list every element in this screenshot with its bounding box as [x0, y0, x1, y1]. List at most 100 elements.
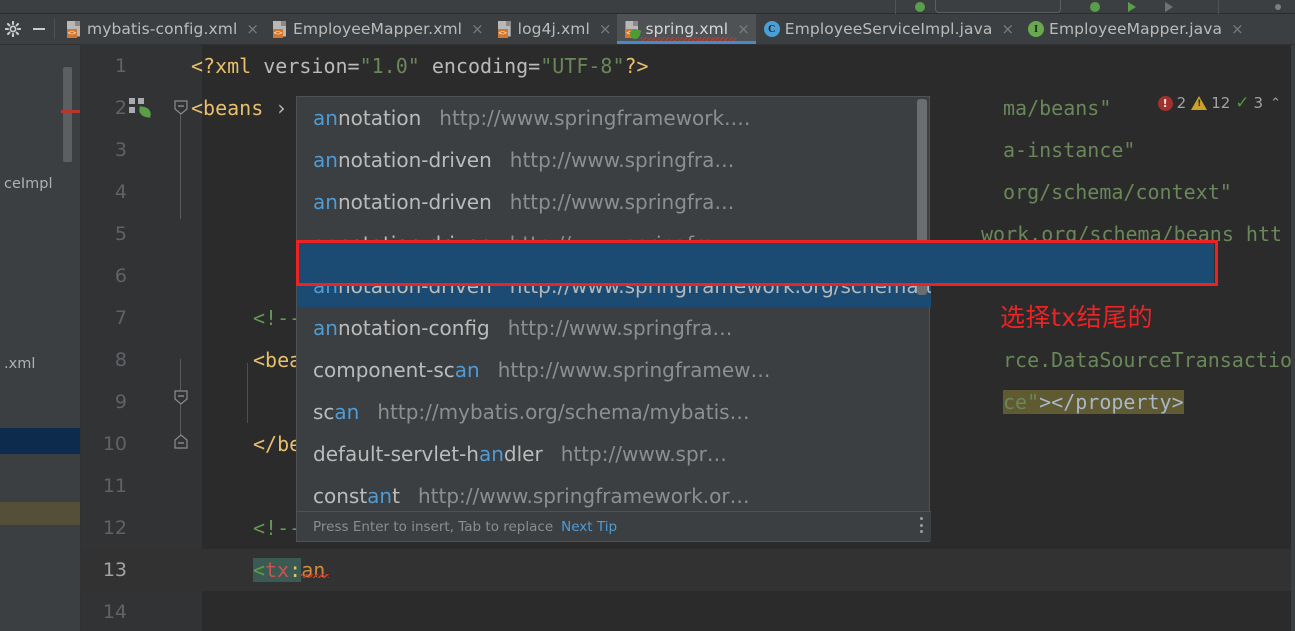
item-name-post: notation-driven	[337, 190, 492, 214]
line-number: 9	[114, 391, 127, 413]
java-class-icon: C	[763, 21, 780, 37]
gutter-line: 12	[81, 507, 202, 549]
inspection-widget[interactable]: ! 2 12 ✓ 3 ⌃	[1157, 93, 1281, 113]
completion-item[interactable]: component-scan http://www.springframew…	[297, 349, 931, 391]
error-stripe-marker[interactable]	[61, 110, 81, 113]
check-count-indicator[interactable]: ✓ 3	[1235, 93, 1263, 113]
code-line-2: <beans ›	[191, 87, 287, 129]
chevron-up-icon[interactable]: ⌃	[1270, 96, 1281, 111]
xml-attr-version-value: "1.0"	[359, 54, 420, 78]
completion-item[interactable]: annotation-driven http://www.springfra…	[297, 139, 931, 181]
gutter-line: 14	[81, 591, 202, 631]
completion-item[interactable]: constant http://www.springframework.or…	[297, 475, 931, 512]
completion-item[interactable]: annotation-config http://www.springfra…	[297, 307, 931, 349]
gutter-line-current: 13	[81, 549, 202, 591]
spring-bean-icon[interactable]	[129, 98, 152, 118]
tab-mybatis-config-xml[interactable]: <> mybatis-config.xml ×	[59, 14, 265, 44]
tab-employeeserviceimpl-java[interactable]: C EmployeeServiceImpl.java ×	[756, 14, 1020, 44]
more-toolbar-icon[interactable]	[1275, 4, 1281, 10]
minimize-button[interactable]	[26, 14, 52, 44]
tab-employeemapper-java[interactable]: I EmployeeMapper.java ×	[1020, 14, 1250, 44]
xml-comment: <!--	[253, 306, 302, 330]
tab-error-squiggle	[641, 37, 736, 41]
gutter-line: 8	[81, 339, 202, 381]
project-tree-item[interactable]: ceImpl	[0, 171, 81, 197]
line-number: 5	[114, 223, 127, 245]
fold-collapse-icon[interactable]	[173, 100, 189, 116]
project-tree-item-highlight[interactable]	[0, 502, 81, 525]
settings-gear-button[interactable]	[0, 14, 26, 44]
item-namespace-url: http://www.springframework.…	[439, 106, 751, 130]
run-configuration-selector[interactable]	[935, 0, 1061, 13]
warning-count-indicator[interactable]: 12	[1191, 94, 1230, 112]
error-count: 2	[1176, 94, 1187, 112]
editor-vertical-scrollbar[interactable]	[1291, 45, 1295, 631]
run-icon[interactable]	[1090, 2, 1100, 12]
tab-close-icon[interactable]: ×	[737, 21, 750, 37]
build-indicator-icon[interactable]	[915, 2, 925, 12]
completion-selected-extension[interactable]	[296, 242, 1214, 284]
code-line-2-tail: ma/beans"	[1003, 87, 1111, 129]
tab-close-icon[interactable]: ×	[599, 21, 612, 37]
fold-collapse-icon[interactable]	[173, 390, 189, 406]
gutter-line: 3	[81, 129, 202, 171]
string-value: ma/beans"	[1003, 96, 1112, 120]
annotation-note-text: 选择tx结尾的	[1000, 303, 1154, 332]
tab-close-icon[interactable]: ×	[246, 21, 259, 37]
xml-prolog-open: <?xml	[191, 54, 264, 78]
project-tree-item[interactable]: .xml	[0, 351, 81, 377]
item-namespace-url: http://www.spr…	[560, 442, 727, 466]
debug-button-icon[interactable]	[1165, 2, 1173, 12]
check-count: 3	[1253, 94, 1264, 112]
tab-employeemapper-xml[interactable]: <> EmployeeMapper.xml ×	[265, 14, 490, 44]
project-tree-item-selected[interactable]	[0, 428, 81, 454]
angle-bracket: <	[253, 558, 266, 582]
run-button-icon[interactable]	[1128, 2, 1136, 12]
tab-close-icon[interactable]: ×	[1001, 21, 1014, 37]
line-number: 14	[102, 601, 127, 623]
tab-label: spring.xml	[645, 20, 729, 38]
kebab-menu-icon[interactable]	[919, 517, 923, 533]
item-name-match: an	[313, 148, 338, 172]
gutter-line: 4	[81, 171, 202, 213]
editor-gutter[interactable]: 1 2 3 4 5 6 7 8 9 10 11 12 13 14	[81, 45, 202, 631]
tag-name-highlight: <tx:	[253, 558, 302, 582]
error-count-indicator[interactable]: ! 2	[1157, 94, 1187, 112]
xml-prolog-close: ?>	[624, 54, 649, 78]
xml-attr-version: version=	[263, 54, 360, 78]
gutter-line: 11	[81, 465, 202, 507]
fold-expand-icon[interactable]	[173, 433, 189, 449]
item-name-post: dler	[503, 442, 543, 466]
xml-spring-file-icon: <>	[625, 20, 642, 40]
next-tip-link[interactable]: Next Tip	[561, 519, 617, 535]
completion-item[interactable]: annotation http://www.springframework.…	[297, 97, 931, 139]
tab-spring-xml[interactable]: <> spring.xml ×	[617, 14, 757, 44]
completion-item[interactable]: annotation-driven http://www.springfra…	[297, 181, 931, 223]
line-number: 1	[114, 55, 127, 77]
line-number: 6	[114, 265, 127, 287]
project-item-label: .xml	[4, 356, 36, 372]
line-number: 2	[114, 97, 127, 119]
completion-item[interactable]: default-servlet-handler http://www.spr…	[297, 433, 931, 475]
project-scrollbar[interactable]	[63, 67, 72, 162]
warning-icon	[1191, 96, 1208, 110]
gutter-line: 7	[81, 297, 202, 339]
java-interface-icon: I	[1028, 21, 1045, 37]
item-name-post: notation-driven	[337, 148, 492, 172]
tab-close-icon[interactable]: ×	[471, 21, 484, 37]
main-toolbar	[0, 0, 1295, 14]
item-name-pre: sc	[313, 400, 335, 424]
tab-close-icon[interactable]: ×	[1231, 21, 1244, 37]
beans-open-tag: <beans	[191, 96, 276, 120]
string-value: a-instance"	[1003, 138, 1136, 162]
item-name-match: an	[334, 400, 360, 424]
code-line-9-tail: ce"></property>	[1003, 381, 1184, 423]
xml-attr-encoding-value: "UTF-8"	[540, 54, 625, 78]
bean-close-tag: </be	[253, 432, 302, 456]
error-icon: !	[1157, 95, 1173, 111]
completion-list[interactable]: annotation http://www.springframework.… a…	[297, 97, 931, 512]
tab-log4j-xml[interactable]: <> log4j.xml ×	[490, 14, 618, 44]
completion-item[interactable]: scan http://mybatis.org/schema/mybatis…	[297, 391, 931, 433]
item-namespace-url: http://www.springframework.or…	[417, 484, 750, 508]
code-completion-popup[interactable]: annotation http://www.springframework.… a…	[296, 96, 931, 542]
